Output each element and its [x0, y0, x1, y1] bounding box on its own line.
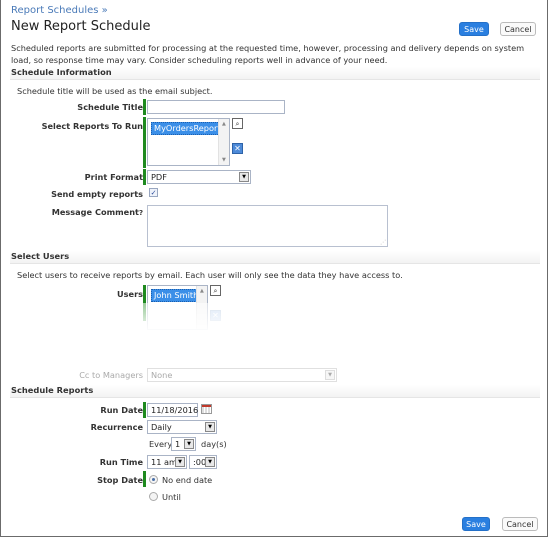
- required-indicator: [143, 117, 146, 168]
- every-label: Every: [149, 439, 173, 449]
- required-indicator: [143, 471, 146, 487]
- reports-list-item[interactable]: MyOrdersReport: [151, 122, 224, 135]
- every-select[interactable]: 1 ▼: [171, 437, 196, 451]
- every-unit-label: day(s): [201, 439, 227, 449]
- select-users-hint: Select users to receive reports by email…: [17, 270, 403, 280]
- message-comment-textarea[interactable]: ⋰: [147, 205, 388, 247]
- save-button-top[interactable]: Save: [459, 22, 489, 36]
- scroll-up-icon[interactable]: ▲: [200, 288, 204, 294]
- scroll-down-icon[interactable]: ▼: [222, 157, 226, 163]
- window-frame: [0, 0, 548, 537]
- reports-scrollbar[interactable]: ▲ ▼: [218, 119, 229, 165]
- run-time-minute-select[interactable]: :00 ▼: [189, 455, 217, 469]
- required-indicator: [143, 99, 146, 115]
- run-date-label: Run Date: [100, 405, 143, 415]
- until-label[interactable]: Until: [162, 492, 181, 502]
- recurrence-label: Recurrence: [90, 422, 143, 432]
- no-end-date-label[interactable]: No end date: [162, 475, 212, 485]
- recurrence-select[interactable]: Daily ▼: [147, 420, 217, 434]
- remove-report-icon[interactable]: ✕: [232, 143, 243, 154]
- section-schedule-information: Schedule Information: [10, 67, 540, 80]
- message-comment-text: Message Comment: [51, 207, 139, 217]
- send-empty-reports-label: Send empty reports: [51, 189, 143, 199]
- stop-date-label: Stop Date: [97, 475, 143, 485]
- intro-text: Scheduled reports are submitted for proc…: [11, 43, 525, 65]
- resize-handle-icon[interactable]: ⋰: [380, 239, 386, 246]
- required-indicator: [143, 169, 146, 185]
- save-button-bottom[interactable]: Save: [462, 517, 490, 531]
- users-label: Users: [117, 289, 143, 299]
- print-format-value: PDF: [151, 172, 167, 182]
- message-comment-label: Message Comment?: [52, 207, 143, 217]
- chevron-down-icon: ▼: [205, 422, 215, 432]
- help-icon[interactable]: ?: [139, 209, 143, 217]
- run-time-hour-select[interactable]: 11 am ▼: [147, 455, 187, 469]
- recurrence-value: Daily: [151, 422, 172, 432]
- schedule-title-hint: Schedule title will be used as the email…: [17, 86, 213, 96]
- cancel-button-top[interactable]: Cancel: [500, 22, 536, 36]
- every-value: 1: [175, 439, 181, 449]
- run-time-label: Run Time: [99, 457, 143, 467]
- schedule-title-label: Schedule Title: [77, 102, 143, 112]
- chevron-down-icon: ▼: [325, 370, 335, 380]
- cancel-button-bottom[interactable]: Cancel: [502, 517, 538, 531]
- section-select-users: Select Users: [10, 251, 540, 264]
- send-empty-reports-checkbox[interactable]: ✓: [149, 188, 158, 197]
- lookup-users-icon[interactable]: ⌕: [210, 285, 221, 296]
- chevron-down-icon: ▼: [205, 457, 215, 467]
- print-format-select[interactable]: PDF ▼: [147, 170, 251, 184]
- select-reports-label: Select Reports To Run: [41, 121, 143, 131]
- print-format-label: Print Format: [84, 172, 143, 182]
- no-end-date-radio[interactable]: [149, 475, 158, 484]
- chevron-down-icon: ▼: [184, 439, 194, 449]
- scroll-up-icon[interactable]: ▲: [222, 121, 226, 127]
- users-list-item[interactable]: John Smith: [151, 289, 202, 302]
- chevron-down-icon: ▼: [175, 457, 185, 467]
- run-time-hour-value: 11 am: [151, 457, 178, 467]
- until-radio[interactable]: [149, 492, 158, 501]
- reports-listbox[interactable]: MyOrdersReport ▲ ▼: [147, 118, 230, 166]
- calendar-icon[interactable]: [201, 404, 212, 414]
- schedule-title-input[interactable]: [147, 100, 285, 114]
- cc-managers-select[interactable]: None ▼: [147, 368, 337, 382]
- required-indicator: [143, 402, 146, 418]
- cc-managers-label: Cc to Managers: [79, 370, 143, 380]
- section-schedule-reports: Schedule Reports: [10, 385, 540, 398]
- cc-managers-value: None: [151, 370, 173, 380]
- run-date-input[interactable]: 11/18/2016: [147, 403, 198, 417]
- breadcrumb-report-schedules[interactable]: Report Schedules »: [11, 5, 108, 16]
- page-title: New Report Schedule: [11, 19, 151, 34]
- faded-overlay: [100, 303, 500, 373]
- lookup-reports-icon[interactable]: ⌕: [232, 118, 243, 129]
- chevron-down-icon: ▼: [239, 172, 249, 182]
